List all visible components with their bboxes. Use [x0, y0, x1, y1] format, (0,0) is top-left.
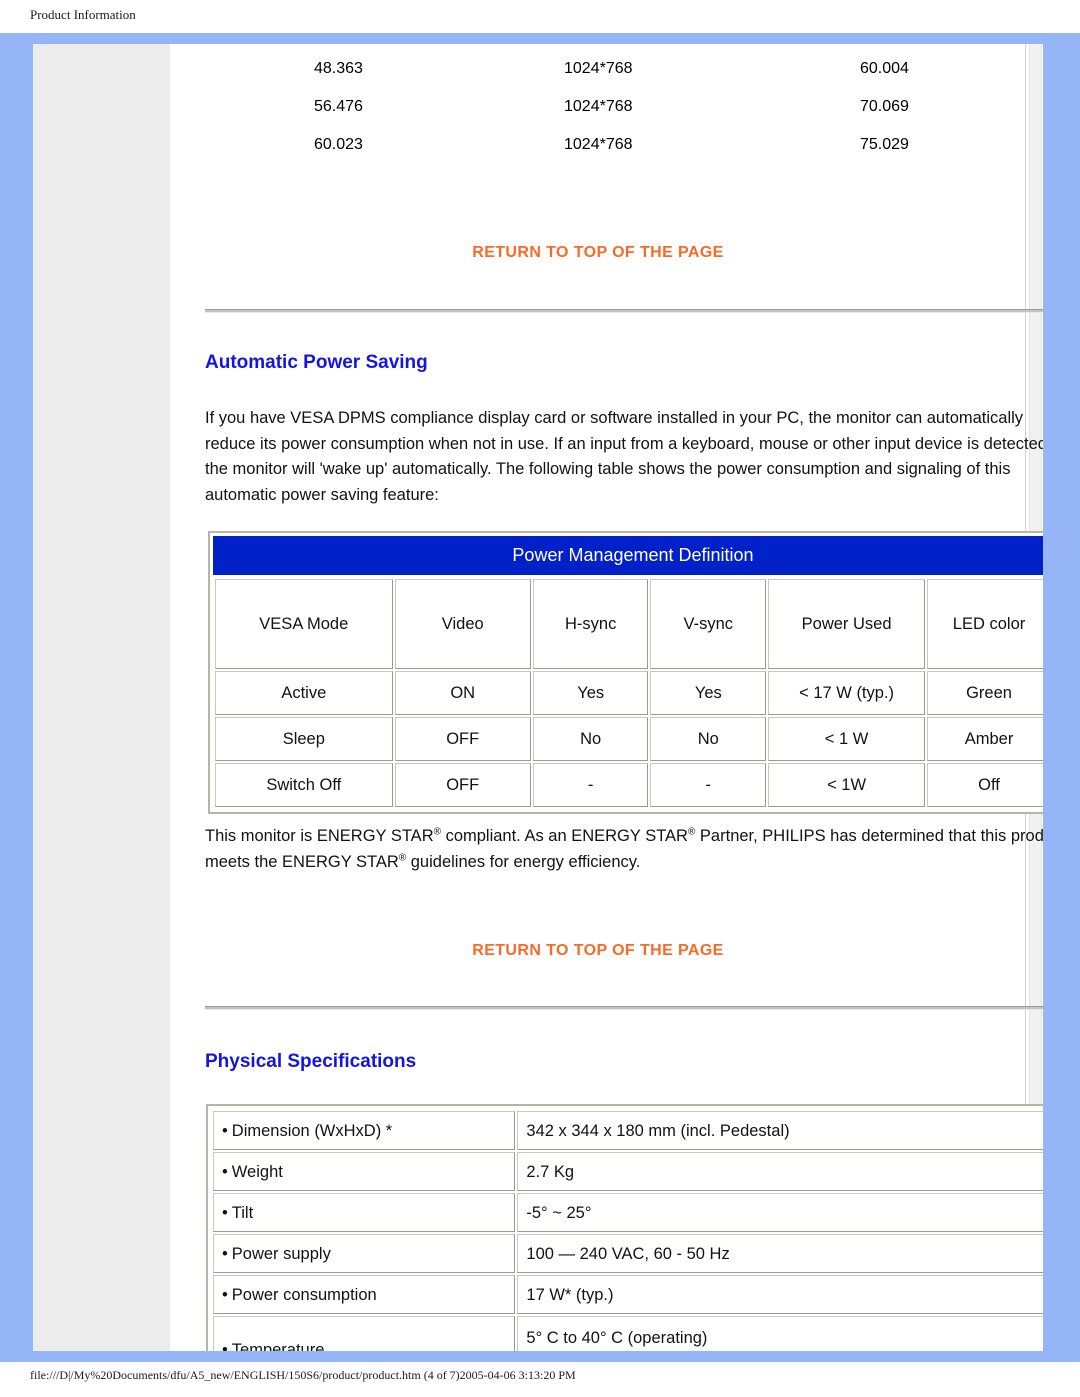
- section-divider-2: [205, 1006, 1043, 1010]
- spec-label-temperature: • Temperature: [213, 1316, 516, 1351]
- spec-label-text: Dimension (WxHxD) *: [231, 1121, 393, 1140]
- spec-value-power-supply: 100 — 240 VAC, 60 - 50 Hz: [517, 1234, 1043, 1273]
- energy-star-text-part2: compliant. As an ENERGY STAR: [440, 827, 688, 845]
- power-management-table-title: Power Management Definition: [213, 536, 1043, 575]
- table-row: • Dimension (WxHxD) * 342 x 344 x 180 mm …: [213, 1111, 1043, 1150]
- table-row: • Power supply 100 — 240 VAC, 60 - 50 Hz: [213, 1234, 1043, 1273]
- section-divider-1: [205, 309, 1043, 313]
- cell-power-used: < 1 W: [768, 717, 926, 761]
- table-row: Switch Off OFF - - < 1W Off: [215, 763, 1043, 807]
- cell-resolution: 1024*768: [564, 98, 633, 115]
- physical-specifications-grid: • Dimension (WxHxD) * 342 x 344 x 180 mm …: [211, 1109, 1043, 1351]
- cell-v-sync: -: [650, 763, 767, 807]
- table-row: 56.476 1024*768 70.069: [170, 90, 1026, 128]
- paragraph-power-saving-intro: If you have VESA DPMS compliance display…: [205, 409, 1043, 504]
- cell-video: OFF: [394, 717, 531, 761]
- column-header-led-color: LED color: [927, 579, 1043, 669]
- cell-h-sync: -: [532, 763, 649, 807]
- table-row: Sleep OFF No No < 1 W Amber: [215, 717, 1043, 761]
- bullet-icon: •: [222, 1285, 228, 1304]
- table-row: •Temperature 5° C to 40° C (operating)-2…: [213, 1316, 1043, 1351]
- bullet-icon: •: [222, 1341, 228, 1351]
- table-row: • Power consumption 17 W* (typ.): [213, 1275, 1043, 1314]
- cell-v-sync: No: [650, 717, 767, 761]
- spec-label-text: Power consumption: [231, 1285, 377, 1304]
- heading-automatic-power-saving: Automatic Power Saving: [205, 352, 428, 373]
- power-management-definition-table: Power Management Definition VESA Mode Vi…: [208, 531, 1043, 814]
- browser-frame: 48.363 1024*768 60.004 56.476 1024*768 7…: [0, 33, 1080, 1362]
- paragraph-energy-star-note: This monitor is ENERGY STAR® compliant. …: [205, 824, 1043, 875]
- preset-modes-table-continuation: 48.363 1024*768 60.004 56.476 1024*768 7…: [170, 52, 1026, 166]
- column-header-power-used: Power Used: [768, 579, 926, 669]
- cell-resolution: 1024*768: [564, 60, 633, 77]
- cell-v-sync: Yes: [650, 671, 767, 715]
- return-to-top-link-1[interactable]: RETURN TO TOP OF THE PAGE: [170, 244, 1026, 262]
- print-header: Product Information: [0, 0, 1080, 33]
- spec-label-text: Tilt: [231, 1203, 254, 1222]
- bullet-icon: •: [222, 1203, 228, 1222]
- registered-mark-icon-1: ®: [433, 826, 441, 838]
- spec-value-weight: 2.7 Kg: [517, 1152, 1043, 1191]
- cell-v-frequency: 70.069: [860, 98, 909, 115]
- page-surface: 48.363 1024*768 60.004 56.476 1024*768 7…: [33, 44, 1043, 1351]
- cell-power-used: < 17 W (typ.): [768, 671, 926, 715]
- cell-v-frequency: 60.004: [860, 60, 909, 77]
- spec-label-tilt: • Tilt: [213, 1193, 516, 1232]
- cell-video: ON: [394, 671, 531, 715]
- table-row: Active ON Yes Yes < 17 W (typ.) Green: [215, 671, 1043, 715]
- table-row: • Tilt -5° ~ 25°: [213, 1193, 1043, 1232]
- table-row: 48.363 1024*768 60.004: [170, 52, 1026, 90]
- heading-physical-specifications: Physical Specifications: [205, 1051, 417, 1072]
- table-row: • Weight 2.7 Kg: [213, 1152, 1043, 1191]
- spec-label-text: Power supply: [231, 1244, 331, 1263]
- physical-specifications-table: • Dimension (WxHxD) * 342 x 344 x 180 mm …: [206, 1104, 1043, 1351]
- energy-star-text-part4: guidelines for energy efficiency.: [406, 852, 641, 871]
- return-to-top-link-2[interactable]: RETURN TO TOP OF THE PAGE: [170, 942, 1026, 960]
- spec-value-power-consumption: 17 W* (typ.): [517, 1275, 1043, 1314]
- column-header-h-sync: H-sync: [532, 579, 649, 669]
- cell-resolution: 1024*768: [564, 136, 633, 153]
- energy-star-text-part1: This monitor is ENERGY STAR: [205, 827, 434, 845]
- cell-h-frequency: 60.023: [314, 136, 363, 153]
- cell-vesa-mode: Switch Off: [215, 763, 393, 807]
- column-header-video: Video: [394, 579, 531, 669]
- cell-v-frequency: 75.029: [860, 136, 909, 153]
- cell-led-color: Amber: [927, 717, 1043, 761]
- print-footer: file:///D|/My%20Documents/dfu/A5_new/ENG…: [0, 1362, 1080, 1397]
- cell-video: OFF: [394, 763, 531, 807]
- cell-h-frequency: 48.363: [314, 60, 363, 77]
- main-content: 48.363 1024*768 60.004 56.476 1024*768 7…: [170, 44, 1043, 1351]
- spec-label-dimension: • Dimension (WxHxD) *: [213, 1111, 516, 1150]
- column-header-v-sync: V-sync: [650, 579, 767, 669]
- spec-value-dimension: 342 x 344 x 180 mm (incl. Pedestal): [517, 1111, 1043, 1150]
- cell-power-used: < 1W: [768, 763, 926, 807]
- cell-led-color: Off: [927, 763, 1043, 807]
- spec-label-text: Temperature: [231, 1341, 325, 1351]
- bullet-icon: •: [222, 1244, 228, 1263]
- spec-value-temperature: 5° C to 40° C (operating)-20° C to 60° C…: [517, 1316, 1043, 1351]
- bullet-icon: •: [222, 1162, 228, 1181]
- spec-label-weight: • Weight: [213, 1152, 516, 1191]
- print-footer-path: file:///D|/My%20Documents/dfu/A5_new/ENG…: [30, 1368, 576, 1382]
- power-management-grid: VESA Mode Video H-sync V-sync Power Used…: [213, 577, 1043, 809]
- column-header-vesa-mode: VESA Mode: [215, 579, 393, 669]
- spec-label-power-supply: • Power supply: [213, 1234, 516, 1273]
- left-navigation-column: [33, 44, 170, 1351]
- spec-value-tilt: -5° ~ 25°: [517, 1193, 1043, 1232]
- bullet-icon: •: [222, 1121, 228, 1140]
- table-row: 60.023 1024*768 75.029: [170, 128, 1026, 166]
- spec-label-power-consumption: • Power consumption: [213, 1275, 516, 1314]
- cell-vesa-mode: Sleep: [215, 717, 393, 761]
- cell-h-sync: No: [532, 717, 649, 761]
- spec-label-text: Weight: [231, 1162, 283, 1181]
- cell-h-sync: Yes: [532, 671, 649, 715]
- cell-led-color: Green: [927, 671, 1043, 715]
- cell-h-frequency: 56.476: [314, 98, 363, 115]
- table-header-row: VESA Mode Video H-sync V-sync Power Used…: [215, 579, 1043, 669]
- cell-vesa-mode: Active: [215, 671, 393, 715]
- spec-value-temperature-operating: 5° C to 40° C (operating): [526, 1329, 708, 1347]
- print-header-title: Product Information: [30, 7, 136, 22]
